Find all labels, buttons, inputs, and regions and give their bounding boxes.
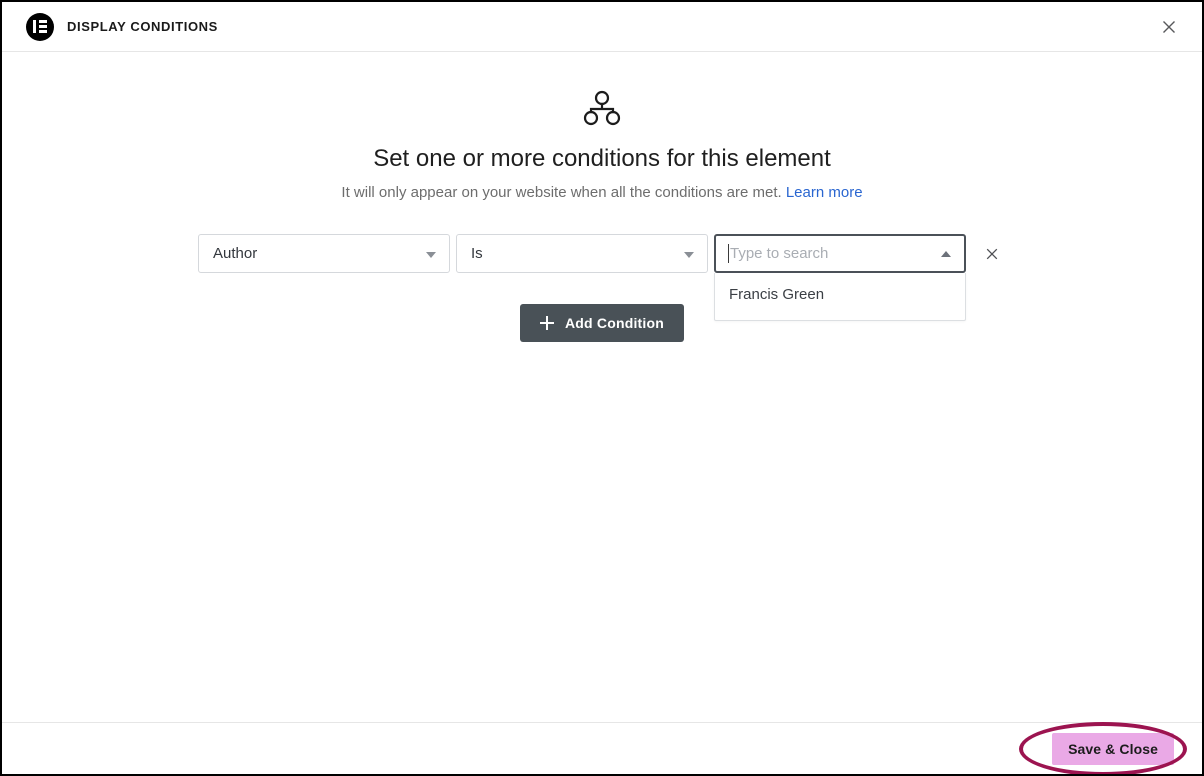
condition-value-search-wrap: Type to search Francis Green (714, 234, 966, 273)
learn-more-link[interactable]: Learn more (786, 184, 863, 201)
add-condition-label: Add Condition (565, 315, 664, 331)
condition-type-value: Author (213, 245, 257, 262)
modal-header: DISPLAY CONDITIONS (2, 2, 1202, 52)
search-placeholder: Type to search (730, 245, 828, 262)
chevron-up-icon[interactable] (941, 251, 951, 257)
intro-title: Set one or more conditions for this elem… (2, 145, 1202, 174)
search-results-dropdown: Francis Green (714, 273, 966, 321)
intro-subtitle: It will only appear on your website when… (2, 183, 1202, 203)
intro-block: Set one or more conditions for this elem… (2, 90, 1202, 202)
condition-value-search-input[interactable]: Type to search (714, 234, 966, 273)
modal-body: Set one or more conditions for this elem… (2, 52, 1202, 722)
plus-icon (540, 316, 554, 330)
condition-type-select[interactable]: Author (198, 234, 450, 273)
modal-footer: Save & Close (2, 722, 1202, 774)
list-item[interactable]: Francis Green (715, 279, 965, 310)
chevron-down-icon (684, 252, 694, 258)
remove-condition-button[interactable] (978, 234, 1006, 273)
intro-subtitle-text: It will only appear on your website when… (341, 184, 781, 201)
elementor-logo-icon (26, 13, 54, 41)
chevron-down-icon (426, 252, 436, 258)
display-conditions-modal: DISPLAY CONDITIONS Set one or more condi… (0, 0, 1204, 776)
save-and-close-button[interactable]: Save & Close (1052, 733, 1174, 765)
condition-operator-value: Is (471, 245, 483, 262)
text-caret (728, 244, 729, 263)
condition-operator-select[interactable]: Is (456, 234, 708, 273)
close-icon[interactable] (1154, 12, 1184, 42)
add-condition-wrap: Add Condition (2, 304, 1202, 342)
brand: DISPLAY CONDITIONS (26, 13, 218, 41)
add-condition-button[interactable]: Add Condition (520, 304, 684, 342)
conditions-list: Author Is Type to search Francis Green (2, 234, 1202, 273)
hierarchy-sitemap-icon (2, 90, 1202, 131)
page-title: DISPLAY CONDITIONS (67, 19, 218, 34)
condition-row: Author Is Type to search Francis Green (2, 234, 1202, 273)
